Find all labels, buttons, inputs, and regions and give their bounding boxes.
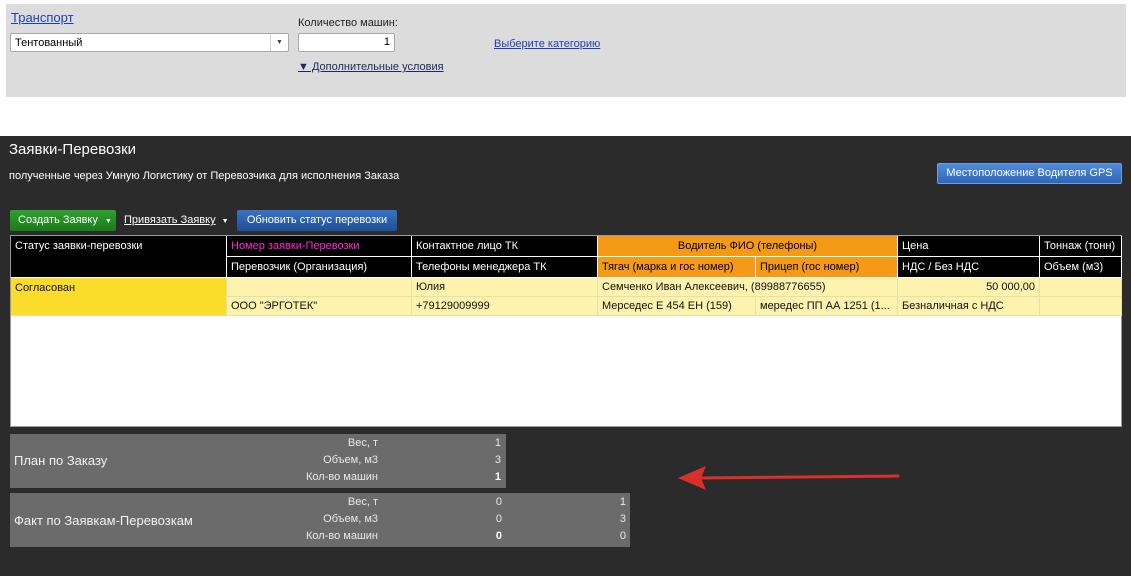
plan-machines-value: 1	[494, 471, 501, 483]
col-header-vat[interactable]: НДС / Без НДС	[898, 257, 1040, 278]
create-request-label: Создать Заявку	[18, 214, 98, 226]
dropdown-arrow-icon[interactable]: ▼	[270, 34, 288, 51]
col-header-status[interactable]: Статус заявки-перевозки	[11, 236, 227, 278]
col-header-driver[interactable]: Водитель ФИО (телефоны)	[598, 236, 898, 257]
col-header-carrier[interactable]: Перевозчик (Организация)	[227, 257, 412, 278]
create-request-button[interactable]: Создать Заявку ▼	[10, 210, 116, 231]
section-subtitle: полученные через Умную Логистику от Пере…	[9, 170, 400, 182]
row-tonnage[interactable]	[1040, 278, 1122, 297]
row-tractor[interactable]: Мерседес Е 454 ЕН (159)	[598, 297, 756, 316]
fact-machines-plan-value: 0	[619, 530, 626, 542]
row-carrier[interactable]: ООО "ЭРГОТЕК"	[227, 297, 412, 316]
section-title: Заявки-Перевозки	[9, 141, 137, 158]
row-request-number[interactable]	[227, 278, 412, 297]
col-header-manager-phone[interactable]: Телефоны менеджера ТК	[412, 257, 598, 278]
dropdown-arrow-icon: ▼	[104, 218, 112, 225]
requests-table[interactable]: Статус заявки-перевозки Номер заявки-Пер…	[10, 235, 1122, 427]
row-manager-phone[interactable]: +79129009999	[412, 297, 598, 316]
fact-weight-value: 0	[495, 496, 502, 508]
extra-conditions-toggle[interactable]: ▼ Дополнительные условия	[298, 61, 444, 73]
col-header-volume[interactable]: Объем (м3)	[1040, 257, 1122, 278]
machines-count-input[interactable]: 1	[298, 33, 395, 52]
row-contact[interactable]: Юлия	[412, 278, 598, 297]
filter-panel: Транспорт Тентованный ▼ Количество машин…	[6, 4, 1126, 97]
fact-weight-plan-value: 1	[619, 496, 626, 508]
plan-title: План по Заказу	[14, 453, 108, 468]
category-link[interactable]: Выберите категорию	[494, 38, 600, 50]
row-price[interactable]: 50 000,00	[898, 278, 1040, 297]
fact-weight-label: Вес, т	[347, 496, 378, 508]
fact-volume-plan-value: 3	[619, 513, 626, 525]
col-header-trailer[interactable]: Прицеп (гос номер)	[756, 257, 898, 278]
col-header-contact[interactable]: Контактное лицо ТК	[412, 236, 598, 257]
fact-volume-value: 0	[495, 513, 502, 525]
col-header-price[interactable]: Цена	[898, 236, 1040, 257]
plan-summary: План по Заказу Вес, т Объем, м3 Кол-во м…	[10, 434, 506, 488]
plan-weight-value: 1	[494, 437, 501, 449]
plan-machines-label: Кол-во машин	[306, 471, 378, 483]
row-driver[interactable]: Семченко Иван Алексеевич, (89988776655)	[598, 278, 898, 297]
fact-summary: Факт по Заявкам-Перевозкам Вес, т Объем,…	[10, 493, 630, 547]
red-arrow-icon	[678, 466, 900, 490]
row-volume[interactable]	[1040, 297, 1122, 316]
row-vat[interactable]: Безналичная с НДС	[898, 297, 1040, 316]
col-header-tonnage[interactable]: Тоннаж (тонн)	[1040, 236, 1122, 257]
row-trailer[interactable]: мередес ПП АА 1251 (1...	[756, 297, 898, 316]
plan-volume-value: 3	[494, 454, 501, 466]
machines-label: Количество машин:	[298, 17, 398, 29]
fact-machines-label: Кол-во машин	[306, 530, 378, 542]
link-request-label: Привязать Заявку	[124, 214, 216, 226]
transport-type-value: Тентованный	[15, 37, 83, 49]
plan-weight-label: Вес, т	[347, 437, 378, 449]
transport-link[interactable]: Транспорт	[11, 10, 74, 25]
driver-gps-button[interactable]: Местоположение Водителя GPS	[937, 163, 1122, 184]
col-header-tractor[interactable]: Тягач (марка и гос номер)	[598, 257, 756, 278]
plan-volume-label: Объем, м3	[323, 454, 378, 466]
row-status[interactable]: Согласован	[11, 278, 227, 316]
fact-machines-value: 0	[495, 530, 502, 542]
col-header-request-number[interactable]: Номер заявки-Перевозки	[227, 236, 412, 257]
transport-type-select[interactable]: Тентованный ▼	[10, 33, 289, 52]
link-request-button[interactable]: Привязать Заявку ▼	[124, 214, 229, 226]
refresh-status-button[interactable]: Обновить статус перевозки	[237, 210, 397, 231]
dropdown-arrow-icon: ▼	[221, 218, 229, 225]
fact-volume-label: Объем, м3	[323, 513, 378, 525]
fact-title: Факт по Заявкам-Перевозкам	[14, 513, 193, 528]
